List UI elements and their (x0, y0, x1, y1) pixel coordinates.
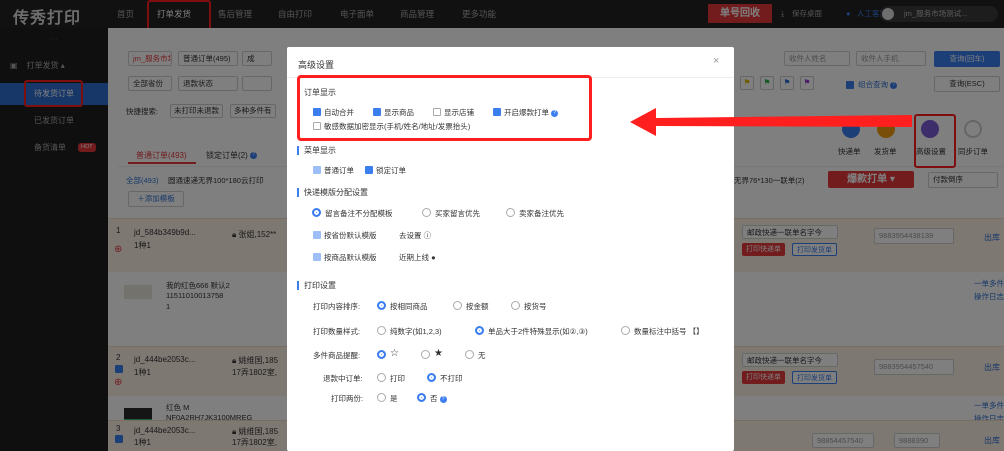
seller-note-label: 卖家备注优先 (519, 209, 564, 218)
sort-amount-radio[interactable] (453, 301, 462, 310)
remind-star-outline-radio[interactable] (377, 350, 386, 359)
refund-print-label: 打印 (390, 374, 405, 383)
refund-noprint-label: 不打印 (440, 374, 463, 383)
multi-remind-label: 多件商品提醒: (313, 351, 361, 360)
sort-amount-label: 按金额 (466, 302, 489, 311)
refund-order-label: 退款中订单: (323, 374, 363, 383)
section-template-assign: 快递模版分配设置 (297, 188, 368, 197)
section-print-settings: 打印设置 (297, 281, 336, 290)
buyer-msg-label: 买家留言优先 (435, 209, 480, 218)
coming-soon-label: 近期上线 ● (399, 253, 436, 262)
menu-normal-checkbox[interactable] (313, 166, 321, 174)
info-icon: ● (431, 253, 436, 262)
no-assign-label: 留言备注不分配模板 (325, 209, 393, 218)
app-window: 传秀打印 首页 打单发货 售后管理 自由打印 电子面单 商品管理 更多功能 单号… (0, 0, 1004, 451)
seller-note-radio[interactable] (506, 208, 515, 217)
go-setting-link[interactable]: 去设置 ⓘ (399, 230, 431, 241)
menu-locked-checkbox[interactable] (365, 166, 373, 174)
print-twice-label: 打印两份: (331, 394, 364, 403)
by-product-label: 按商品默认模版 (324, 253, 377, 262)
qty-bracket-label: 数量标注中括号 【】 (634, 327, 704, 336)
help-icon: ? (439, 395, 447, 403)
refund-print-radio[interactable] (377, 373, 386, 382)
sort-same-product-label: 按相同商品 (390, 302, 428, 311)
annotation-arrow (630, 108, 912, 136)
sort-label: 打印内容排序: (313, 302, 361, 311)
twice-no-label: 否 ? (430, 393, 447, 404)
section-menu-display: 菜单显示 (297, 146, 336, 155)
close-icon[interactable]: × (713, 55, 719, 67)
order-display-highlight-box (297, 75, 592, 141)
menu-locked-label: 锁定订单 (376, 166, 406, 175)
menu-normal-label: 普通订单 (324, 166, 354, 175)
qty-plain-radio[interactable] (377, 326, 386, 335)
sort-code-label: 按货号 (524, 302, 547, 311)
qty-special-label: 单品大于2件特殊显示(如②,③) (488, 327, 588, 336)
twice-yes-label: 是 (390, 394, 398, 403)
by-province-label: 按省份默认模版 (324, 231, 377, 240)
qty-plain-label: 纯数字(如1,2,3) (390, 327, 442, 336)
by-province-checkbox[interactable] (313, 231, 321, 239)
qty-bracket-radio[interactable] (621, 326, 630, 335)
by-product-checkbox[interactable] (313, 253, 321, 261)
twice-no-radio[interactable] (417, 393, 426, 402)
buyer-msg-radio[interactable] (422, 208, 431, 217)
no-assign-radio[interactable] (312, 208, 321, 217)
dialog-title: 高级设置 (298, 60, 335, 70)
star-outline-icon: ☆ (390, 348, 399, 359)
qty-style-label: 打印数量样式: (313, 327, 361, 336)
twice-yes-radio[interactable] (377, 393, 386, 402)
info-icon: ⓘ (423, 231, 432, 240)
qty-special-radio[interactable] (475, 326, 484, 335)
sort-code-radio[interactable] (511, 301, 520, 310)
remind-none-label: 无 (478, 351, 486, 360)
remind-star-filled-radio[interactable] (421, 350, 430, 359)
star-filled-icon: ★ (434, 348, 443, 359)
refund-noprint-radio[interactable] (427, 373, 436, 382)
remind-none-radio[interactable] (465, 350, 474, 359)
sort-same-product-radio[interactable] (377, 301, 386, 310)
